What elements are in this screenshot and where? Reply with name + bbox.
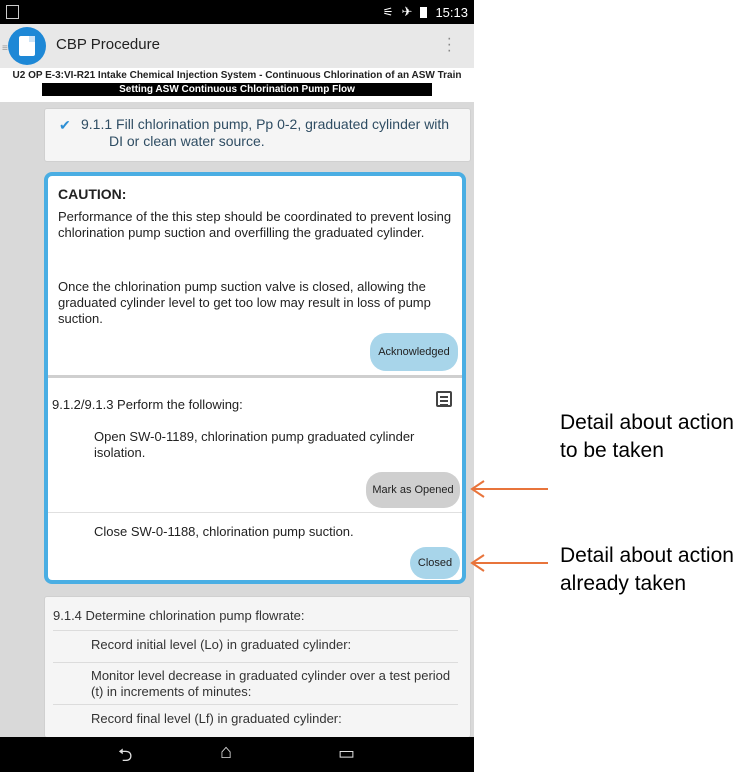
list-item[interactable]: Record final level (Lf) in graduated cyl… [53, 704, 458, 735]
step-text-continued: DI or clean water source. [109, 133, 265, 149]
list-item[interactable]: Record initial level (Lo) in graduated c… [53, 630, 458, 661]
divider [48, 512, 462, 513]
list-item[interactable]: Monitor level decrease in graduated cyli… [53, 662, 458, 703]
acknowledged-button[interactable]: Acknowledged [370, 333, 458, 371]
navigation-bar: ⮌ ⌂ ▭ [0, 737, 474, 772]
step-label-9-1-2: 9.1.2/9.1.3 Perform the following: [52, 397, 243, 412]
arrow-to-closed-button [470, 554, 548, 572]
step-card-9-1-1[interactable]: ✔ 9.1.1 Fill chlorination pump, Pp 0-2, … [44, 108, 471, 162]
airplane-mode-icon: ✈ [401, 4, 413, 19]
section-title: Setting ASW Continuous Chlorination Pump… [42, 83, 432, 96]
sub-step-text: Record initial level (Lo) in graduated c… [91, 637, 352, 652]
screenshot-icon [6, 5, 19, 19]
arrow-to-mark-button [470, 480, 548, 498]
signal-icon: ⚟ [382, 5, 394, 19]
divider [48, 375, 462, 378]
mark-as-opened-button[interactable]: Mark as Opened [366, 472, 460, 508]
caution-paragraph: Performance of the this step should be c… [58, 209, 452, 240]
caution-paragraph: Once the chlorination pump suction valve… [58, 279, 431, 326]
status-bar: ⚟ ✈ 15:13 [0, 0, 474, 24]
annotation-action-already-taken: Detail about action already taken [560, 544, 734, 595]
app-logo-icon[interactable] [8, 27, 46, 65]
sub-step-text: Monitor level decrease in graduated cyli… [91, 668, 451, 699]
action-bar: ≡ CBP Procedure · · · [0, 24, 474, 69]
home-icon[interactable]: ⌂ [220, 741, 232, 764]
close-valve-instruction: Close SW-0-1188, chlorination pump sucti… [94, 524, 354, 539]
clock: 15:13 [435, 4, 468, 20]
caution-title: CAUTION: [58, 186, 127, 202]
step-text: 9.1.1 Fill chlorination pump, Pp 0-2, gr… [81, 116, 450, 132]
recent-apps-icon[interactable]: ▭ [338, 743, 355, 764]
procedure-header: U2 OP E-3:VI-R21 Intake Chemical Injecti… [0, 68, 474, 102]
active-step-group: CAUTION: Performance of the this step sh… [44, 172, 466, 584]
open-valve-instruction: Open SW-0-1189, chlorination pump gradua… [94, 429, 415, 460]
checkmark-icon: ✔ [59, 117, 71, 133]
drawer-indicator-icon[interactable]: ≡ [2, 43, 8, 54]
closed-button[interactable]: Closed [410, 547, 460, 579]
tablet-screen: ⚟ ✈ 15:13 ≡ CBP Procedure · · · U2 OP E-3:… [0, 0, 474, 772]
sub-step-text: Record final level (Lf) in graduated cyl… [91, 711, 342, 726]
procedure-title: U2 OP E-3:VI-R21 Intake Chemical Injecti… [12, 70, 462, 81]
annotation-action-to-be-taken: Detail about action to be taken [560, 411, 734, 462]
overflow-menu-icon[interactable]: · · · [447, 31, 452, 59]
app-title: CBP Procedure [56, 36, 160, 53]
notes-icon[interactable] [436, 391, 452, 407]
back-icon[interactable]: ⮌ [118, 743, 132, 772]
battery-icon [420, 6, 428, 18]
step-label-9-1-4: 9.1.4 Determine chlorination pump flowra… [53, 608, 305, 623]
step-card-9-1-4[interactable]: 9.1.4 Determine chlorination pump flowra… [44, 596, 471, 738]
